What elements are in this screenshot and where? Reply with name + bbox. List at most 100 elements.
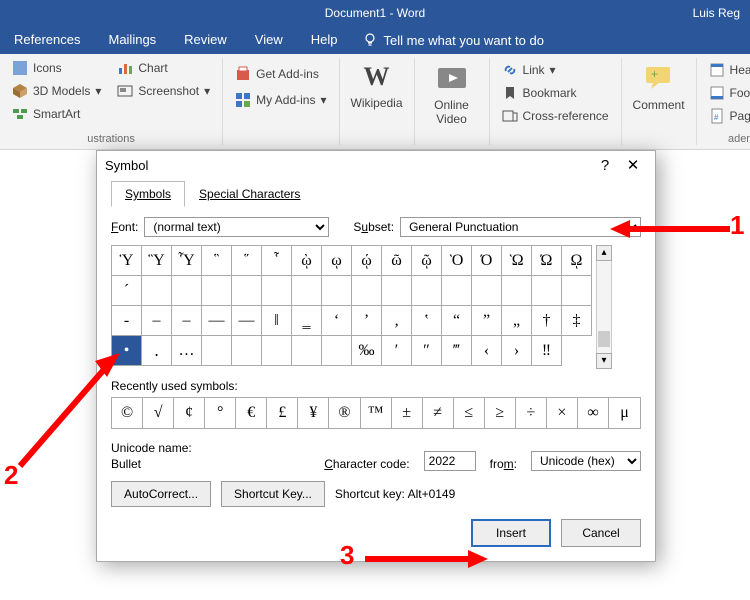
cancel-button[interactable]: Cancel xyxy=(561,519,641,547)
symbol-cell[interactable]: „ xyxy=(502,306,532,336)
scroll-down-button[interactable]: ▾ xyxy=(596,353,612,369)
header-button[interactable]: Header ▾ xyxy=(705,60,750,80)
recent-symbol-cell[interactable]: ° xyxy=(205,398,236,428)
recent-symbol-cell[interactable]: € xyxy=(236,398,267,428)
chart-button[interactable]: Chart xyxy=(113,58,214,78)
symbol-cell[interactable]: ′ xyxy=(382,336,412,366)
symbol-cell[interactable] xyxy=(292,276,322,306)
recent-symbol-cell[interactable]: ™ xyxy=(361,398,392,428)
recent-symbol-cell[interactable]: ± xyxy=(392,398,423,428)
symbol-cell[interactable] xyxy=(472,276,502,306)
symbol-cell[interactable]: › xyxy=(502,336,532,366)
symbol-cell[interactable] xyxy=(232,336,262,366)
symbol-cell[interactable]: Ὑ xyxy=(112,246,142,276)
recent-symbol-cell[interactable]: £ xyxy=(267,398,298,428)
scroll-thumb[interactable] xyxy=(598,331,610,347)
symbol-cell[interactable]: ‚ xyxy=(382,306,412,336)
bookmark-button[interactable]: Bookmark xyxy=(498,83,613,103)
symbol-cell[interactable]: ῳ xyxy=(322,246,352,276)
symbol-cell[interactable] xyxy=(232,276,262,306)
scroll-up-button[interactable]: ▴ xyxy=(596,245,612,261)
symbol-cell[interactable]: “ xyxy=(442,306,472,336)
symbol-cell[interactable]: Ώ xyxy=(532,246,562,276)
cross-reference-button[interactable]: Cross-reference xyxy=(498,106,613,126)
link-button[interactable]: Link ▾ xyxy=(498,60,613,80)
recent-symbol-cell[interactable]: ÷ xyxy=(516,398,547,428)
symbol-cell[interactable]: ῟ xyxy=(262,246,292,276)
font-select[interactable]: (normal text) xyxy=(144,217,329,237)
symbol-cell[interactable] xyxy=(382,276,412,306)
symbol-cell[interactable]: ῞ xyxy=(232,246,262,276)
symbol-cell[interactable]: ― xyxy=(232,306,262,336)
symbol-cell[interactable]: ‴ xyxy=(442,336,472,366)
symbol-cell[interactable]: ῝ xyxy=(202,246,232,276)
symbol-cell[interactable]: † xyxy=(532,306,562,336)
symbol-cell[interactable]: ‰ xyxy=(352,336,382,366)
symbol-cell[interactable]: ‖ xyxy=(262,306,292,336)
symbol-cell[interactable]: Ὸ xyxy=(442,246,472,276)
symbol-cell[interactable]: ‒ xyxy=(142,306,172,336)
recent-symbol-cell[interactable]: ∞ xyxy=(578,398,609,428)
insert-button[interactable]: Insert xyxy=(471,519,551,547)
tab-help[interactable]: Help xyxy=(297,26,352,54)
symbol-cell[interactable] xyxy=(172,276,202,306)
symbol-cell[interactable] xyxy=(532,276,562,306)
tab-symbols[interactable]: Symbols xyxy=(111,181,185,207)
symbol-cell[interactable] xyxy=(292,336,322,366)
symbol-cell[interactable] xyxy=(322,276,352,306)
my-addins-button[interactable]: My Add-ins ▾ xyxy=(231,90,330,110)
dialog-help-button[interactable]: ? xyxy=(591,151,619,179)
from-select[interactable]: Unicode (hex) xyxy=(531,451,641,471)
symbol-cell[interactable]: ″ xyxy=(412,336,442,366)
recent-symbol-cell[interactable]: ≥ xyxy=(485,398,516,428)
wikipedia-button[interactable]: W Wikipedia xyxy=(348,58,406,114)
recent-symbol-cell[interactable]: ¢ xyxy=(174,398,205,428)
recent-symbol-cell[interactable]: © xyxy=(112,398,143,428)
symbol-cell[interactable] xyxy=(262,276,292,306)
tab-special-characters[interactable]: Special Characters xyxy=(185,181,314,207)
symbol-cell[interactable] xyxy=(442,276,472,306)
tell-me-search[interactable]: Tell me what you want to do xyxy=(362,32,544,48)
smartart-button[interactable]: SmartArt xyxy=(8,104,105,124)
symbol-cell[interactable]: ῴ xyxy=(352,246,382,276)
symbol-cell[interactable]: – xyxy=(172,306,202,336)
recent-symbol-cell[interactable]: × xyxy=(547,398,578,428)
shortcut-key-button[interactable]: Shortcut Key... xyxy=(221,481,325,507)
symbol-cell[interactable]: ” xyxy=(472,306,502,336)
recent-symbol-cell[interactable]: ≠ xyxy=(423,398,454,428)
symbol-cell[interactable] xyxy=(322,336,352,366)
symbol-cell[interactable]: — xyxy=(202,306,232,336)
3d-models-button[interactable]: 3D Models ▾ xyxy=(8,81,105,101)
symbol-cell[interactable] xyxy=(412,276,442,306)
symbol-cell[interactable] xyxy=(562,276,592,306)
symbol-cell[interactable]: Ὓ xyxy=(142,246,172,276)
symbol-cell[interactable]: ῲ xyxy=(292,246,322,276)
symbol-cell[interactable]: ´ xyxy=(112,276,142,306)
recent-symbol-cell[interactable]: ≤ xyxy=(454,398,485,428)
recent-symbol-cell[interactable]: μ xyxy=(609,398,640,428)
symbol-cell[interactable] xyxy=(142,276,172,306)
footer-button[interactable]: Footer ▾ xyxy=(705,83,750,103)
comment-button[interactable]: + Comment xyxy=(630,58,688,116)
symbol-cell[interactable] xyxy=(502,276,532,306)
recent-symbol-cell[interactable]: ® xyxy=(329,398,360,428)
recent-symbol-cell[interactable]: ¥ xyxy=(298,398,329,428)
symbol-cell[interactable]: ῼ xyxy=(562,246,592,276)
symbol-cell[interactable] xyxy=(202,336,232,366)
autocorrect-button[interactable]: AutoCorrect... xyxy=(111,481,211,507)
symbol-cell[interactable]: ‗ xyxy=(292,306,322,336)
symbol-cell[interactable]: ‡ xyxy=(562,306,592,336)
symbol-cell[interactable]: ․ xyxy=(142,336,172,366)
tab-mailings[interactable]: Mailings xyxy=(94,26,170,54)
subset-select[interactable]: General Punctuation xyxy=(400,217,641,237)
symbol-cell[interactable]: ’ xyxy=(352,306,382,336)
icons-button[interactable]: Icons xyxy=(8,58,105,78)
symbol-cell[interactable] xyxy=(352,276,382,306)
page-number-button[interactable]: #Page Number ▾ xyxy=(705,106,750,126)
symbol-cell[interactable]: Ὗ xyxy=(172,246,202,276)
dialog-close-button[interactable]: ✕ xyxy=(619,151,647,179)
symbol-cell[interactable]: ‘ xyxy=(322,306,352,336)
symbol-cell[interactable]: Ὼ xyxy=(502,246,532,276)
symbol-cell[interactable]: ‹ xyxy=(472,336,502,366)
recent-symbol-cell[interactable]: √ xyxy=(143,398,174,428)
